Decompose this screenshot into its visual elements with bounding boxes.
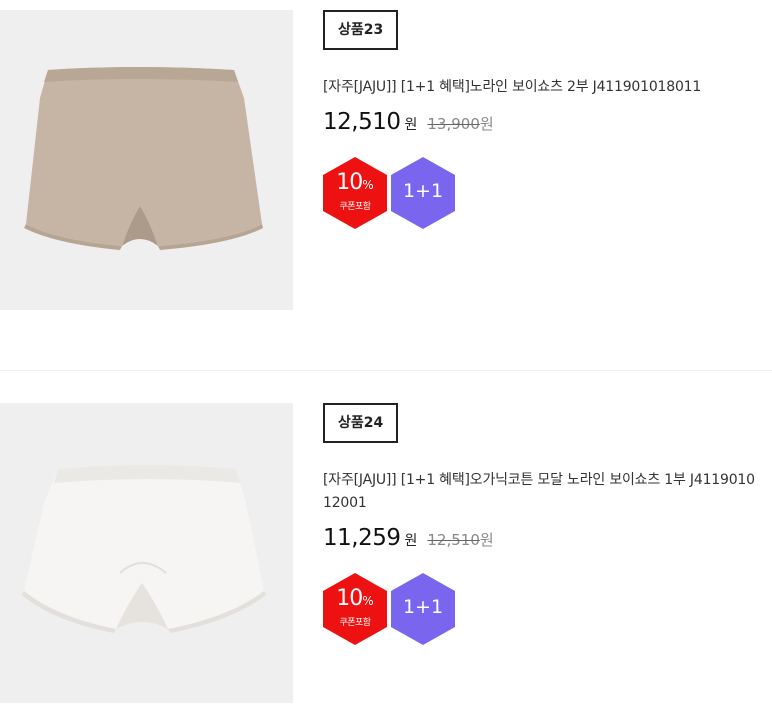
original-price: 13,900원 <box>427 113 493 134</box>
one-plus-one-badge: 1+1 <box>391 573 455 645</box>
product-rank-badge: 상품23 <box>323 10 399 50</box>
product-divider <box>0 370 772 371</box>
price-row: 12,510 원 13,900원 <box>323 109 763 145</box>
product-title[interactable]: [자주[JAJU]] [1+1 혜택]오가닉코튼 모달 노라인 보이쇼츠 1부 … <box>323 469 763 515</box>
product-title[interactable]: [자주[JAJU]] [1+1 혜택]노라인 보이쇼츠 2부 J41190101… <box>323 76 763 99</box>
sale-price: 11,259 <box>323 525 401 551</box>
boyshorts-image <box>24 67 263 250</box>
original-price-currency: 원 <box>479 531 494 549</box>
original-price-value: 13,900 <box>427 115 480 133</box>
product-card[interactable]: 상품23 [자주[JAJU]] [1+1 혜택]노라인 보이쇼츠 2부 J411… <box>0 10 772 310</box>
coupon-discount-badge: 10% 쿠폰포함 <box>323 573 387 645</box>
product-card[interactable]: 상품24 [자주[JAJU]] [1+1 혜택]오가닉코튼 모달 노라인 보이쇼… <box>0 403 772 703</box>
price-row: 11,259 원 12,510원 <box>323 525 763 561</box>
boyshorts-image <box>22 465 266 633</box>
product-info: 상품23 [자주[JAJU]] [1+1 혜택]노라인 보이쇼츠 2부 J411… <box>323 10 763 229</box>
one-plus-one-badge: 1+1 <box>391 157 455 229</box>
product-image[interactable] <box>0 10 293 310</box>
original-price-value: 12,510 <box>427 531 480 549</box>
original-price: 12,510원 <box>427 529 493 550</box>
badge-row: 10% 쿠폰포함 1+1 <box>323 157 763 229</box>
coupon-percent-value: 10 <box>336 586 363 611</box>
badge-row: 10% 쿠폰포함 1+1 <box>323 573 763 645</box>
sale-price-currency: 원 <box>404 117 418 133</box>
product-rank-badge: 상품24 <box>323 403 399 443</box>
product-image[interactable] <box>0 403 293 703</box>
coupon-percent: 10% <box>323 170 387 195</box>
product-info: 상품24 [자주[JAJU]] [1+1 혜택]오가닉코튼 모달 노라인 보이쇼… <box>323 403 763 645</box>
coupon-percent-value: 10 <box>336 170 363 195</box>
one-plus-one-label: 1+1 <box>402 596 444 618</box>
one-plus-one-label: 1+1 <box>402 180 444 202</box>
sale-price-currency: 원 <box>404 533 418 549</box>
coupon-label: 쿠폰포함 <box>339 202 371 212</box>
coupon-label: 쿠폰포함 <box>339 618 371 628</box>
coupon-percent: 10% <box>323 586 387 611</box>
coupon-percent-sign: % <box>362 178 374 192</box>
coupon-percent-sign: % <box>362 594 374 608</box>
original-price-currency: 원 <box>479 115 494 133</box>
sale-price: 12,510 <box>323 109 401 135</box>
coupon-discount-badge: 10% 쿠폰포함 <box>323 157 387 229</box>
